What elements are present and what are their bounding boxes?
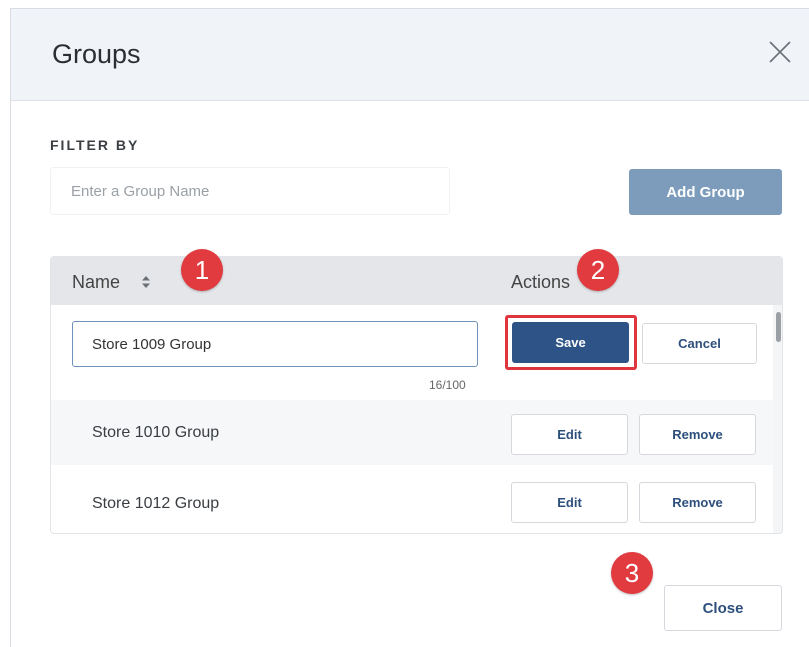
table-row: Store 1012 Group Edit Remove bbox=[51, 465, 773, 527]
remove-button[interactable]: Remove bbox=[639, 482, 756, 523]
dialog-title: Groups bbox=[52, 39, 141, 69]
edit-button[interactable]: Edit bbox=[511, 414, 628, 455]
table-header: Name Actions bbox=[51, 257, 782, 305]
group-name-cell: Store 1012 Group bbox=[92, 495, 220, 512]
group-name-filter-input[interactable] bbox=[50, 167, 450, 215]
remove-button[interactable]: Remove bbox=[639, 414, 756, 455]
filter-label: FILTER BY bbox=[50, 137, 140, 153]
close-button[interactable]: Close bbox=[664, 585, 782, 631]
sort-icon[interactable] bbox=[141, 275, 151, 289]
cancel-button[interactable]: Cancel bbox=[642, 323, 757, 364]
column-header-name[interactable]: Name bbox=[72, 272, 120, 293]
group-name-edit-input[interactable] bbox=[72, 321, 478, 367]
groups-dialog: Groups FILTER BY Add Group Name Actions … bbox=[10, 8, 809, 647]
group-name-cell: Store 1010 Group bbox=[92, 424, 220, 441]
groups-table: Name Actions 16/100 Save Cancel Store 10… bbox=[50, 256, 783, 534]
step-callout-3: 3 bbox=[611, 552, 653, 594]
table-row: Store 1010 Group Edit Remove bbox=[51, 400, 773, 465]
scrollbar-thumb[interactable] bbox=[776, 312, 781, 342]
close-icon[interactable] bbox=[765, 37, 795, 67]
table-row-editing: 16/100 Save Cancel bbox=[51, 305, 773, 400]
edit-button[interactable]: Edit bbox=[511, 482, 628, 523]
add-group-button[interactable]: Add Group bbox=[629, 169, 782, 215]
character-count: 16/100 bbox=[429, 378, 466, 392]
step-callout-1: 1 bbox=[181, 249, 223, 291]
table-scrollbar[interactable] bbox=[773, 305, 782, 533]
save-button[interactable]: Save bbox=[512, 322, 629, 363]
column-header-actions: Actions bbox=[511, 272, 571, 292]
dialog-header: Groups bbox=[11, 9, 809, 101]
step-callout-2: 2 bbox=[577, 249, 619, 291]
